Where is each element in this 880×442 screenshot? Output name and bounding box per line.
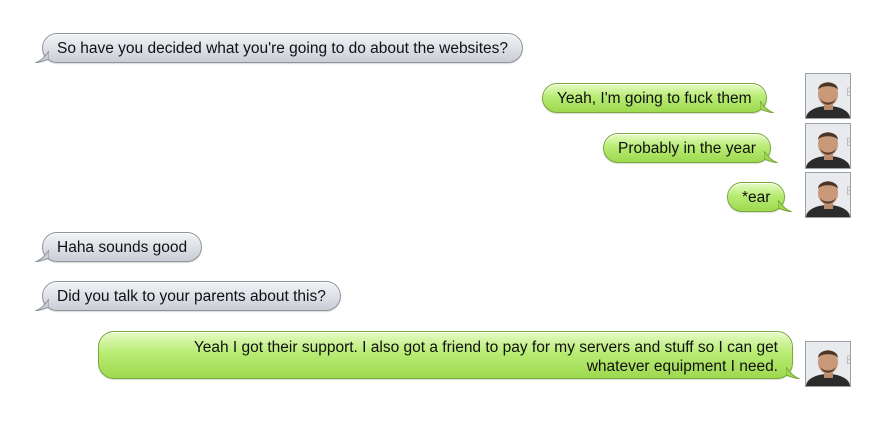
sender-avatar: E	[805, 73, 851, 119]
svg-text:E: E	[846, 353, 851, 367]
message-text: Did you talk to your parents about this?	[57, 288, 326, 305]
received-message-bubble[interactable]: Did you talk to your parents about this?	[35, 281, 341, 311]
svg-text:E: E	[846, 135, 851, 149]
svg-text:E: E	[846, 85, 851, 99]
sender-avatar: E	[805, 341, 851, 387]
sent-message-bubble[interactable]: *ear	[727, 182, 793, 212]
message-text-line: whatever equipment I need.	[586, 358, 778, 375]
person-photo-icon: E	[806, 173, 851, 217]
bubble-tail-icon	[763, 151, 778, 163]
sender-avatar: E	[805, 172, 851, 218]
message-text: Probably in the year	[618, 140, 756, 157]
bubble-tail-icon	[35, 51, 49, 63]
message-text: So have you decided what you're going to…	[57, 40, 509, 57]
message-text: Yeah, I'm going to fuck them	[557, 90, 752, 107]
message-thread: So have you decided what you're going to…	[0, 0, 880, 442]
bubble-tail-icon	[759, 101, 774, 113]
person-photo-icon: E	[806, 74, 851, 118]
person-photo-icon: E	[806, 124, 851, 168]
sent-message-bubble[interactable]: Yeah, I'm going to fuck them	[542, 83, 774, 113]
message-text-line: Yeah I got their support. I also got a f…	[193, 339, 778, 356]
received-message-bubble[interactable]: So have you decided what you're going to…	[35, 33, 524, 63]
person-photo-icon: E	[806, 342, 851, 386]
sent-message-bubble[interactable]: Probably in the year	[603, 133, 778, 163]
bubble-tail-icon	[35, 250, 49, 262]
bubble-tail-icon	[35, 299, 49, 311]
bubble-tail-icon	[778, 200, 793, 212]
bubble-tail-icon	[786, 367, 800, 379]
received-message-bubble[interactable]: Haha sounds good	[35, 232, 203, 262]
message-text: *ear	[742, 189, 771, 206]
svg-text:E: E	[846, 184, 851, 198]
sent-message-bubble[interactable]: Yeah I got their support. I also got a f…	[98, 331, 800, 379]
sender-avatar: E	[805, 123, 851, 169]
message-text: Haha sounds good	[57, 239, 188, 256]
